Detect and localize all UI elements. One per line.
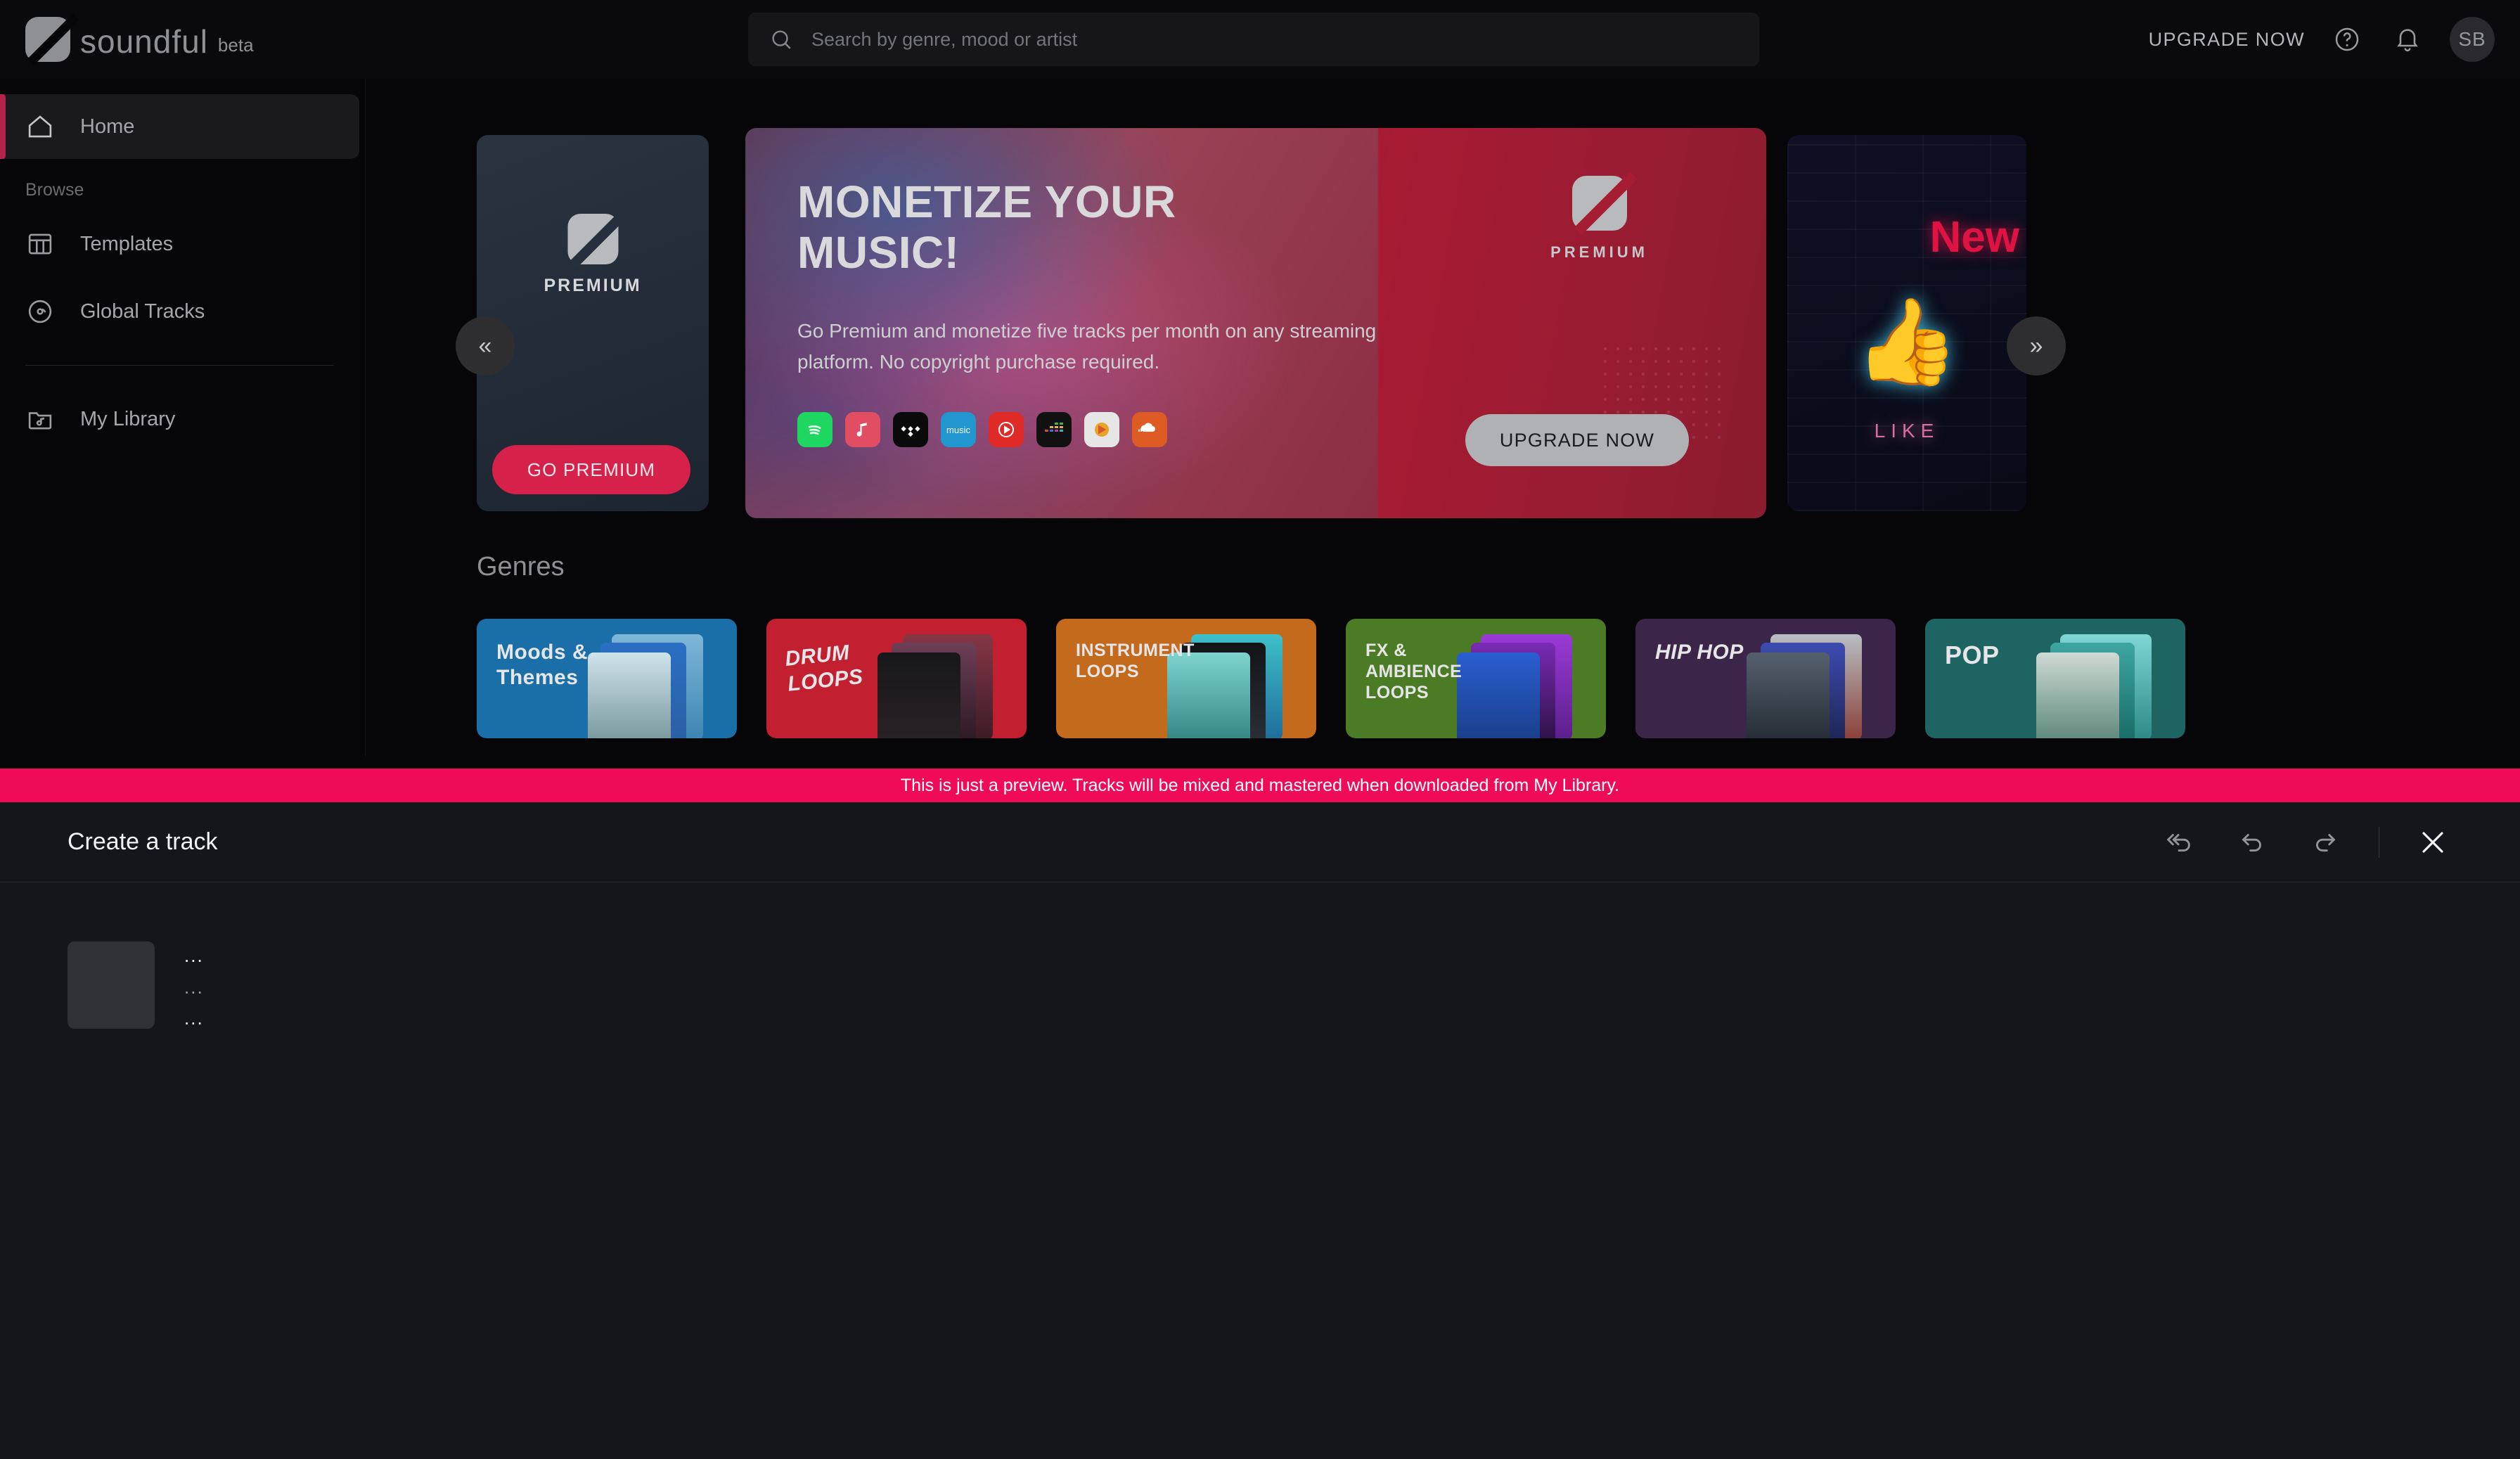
hero-upgrade-now-button[interactable]: UPGRADE NOW: [1465, 414, 1689, 466]
neon-new-text: New: [1929, 213, 2019, 262]
premium-label: PREMIUM: [544, 276, 642, 295]
sidebar-item-label: Home: [80, 115, 135, 138]
track-title: ...: [184, 945, 204, 966]
sidebar-item-home[interactable]: Home: [0, 94, 359, 159]
sidebar-item-templates[interactable]: Templates: [0, 212, 359, 276]
sidebar-item-label: My Library: [80, 407, 176, 430]
sidebar-item-my-library[interactable]: My Library: [0, 387, 359, 451]
genre-card-label: INSTRUMENT LOOPS: [1076, 641, 1195, 681]
amazon-music-icon: music: [941, 412, 976, 448]
close-panel-button[interactable]: [2413, 823, 2452, 862]
redo-icon: [2316, 833, 2336, 851]
genres-strip: Moods & Themes DRUM LOOPS INSTRUMENT LOO…: [477, 619, 2520, 738]
folder-music-icon: [28, 412, 52, 430]
carousel-prev-button[interactable]: «: [456, 316, 515, 375]
main-content: PREMIUM GO PREMIUM MONETIZE YOUR MUSIC! …: [366, 79, 2520, 756]
genre-art-stack: [2036, 634, 2177, 738]
avatar[interactable]: SB: [2450, 17, 2495, 62]
genre-art-stack: [1747, 634, 1887, 738]
home-icon: [28, 115, 52, 138]
carousel-card-premium[interactable]: PREMIUM GO PREMIUM: [477, 135, 709, 511]
genre-card-label: POP: [1945, 641, 2000, 669]
create-track-panel: Create a track ... ... ...: [0, 802, 2520, 1459]
preview-notice-text: This is just a preview. Tracks will be m…: [900, 775, 1620, 795]
genre-card-hip-hop[interactable]: HIP HOP: [1635, 619, 1896, 738]
undo-button[interactable]: [2232, 823, 2272, 862]
premium-badge: PREMIUM: [544, 210, 642, 296]
notifications-button[interactable]: [2389, 21, 2426, 58]
track-player: ... ... ...: [0, 882, 2520, 1044]
genre-card-pop[interactable]: POP: [1925, 619, 2185, 738]
track-artwork-placeholder: [68, 941, 155, 1029]
global-search[interactable]: [748, 13, 1759, 66]
soundcloud-icon: [1132, 412, 1167, 448]
disc-icon: [28, 300, 52, 323]
search-input[interactable]: [811, 28, 1738, 51]
sidebar-section-browse: Browse: [25, 180, 84, 200]
close-icon: [2422, 831, 2443, 853]
track-details: ...: [184, 1008, 204, 1029]
undo-icon: [2242, 833, 2261, 851]
soundful-logo-icon: [1571, 172, 1638, 235]
soundful-app: soundful beta UPGRADE NOW: [0, 0, 2520, 1459]
carousel-card-monetize[interactable]: MONETIZE YOUR MUSIC! Go Premium and mone…: [745, 128, 1766, 518]
soundful-logo-icon: [567, 210, 628, 269]
templates-icon: [28, 233, 52, 255]
carousel-next-button[interactable]: »: [2007, 316, 2066, 375]
brand-name: soundful: [80, 23, 208, 60]
premium-label: PREMIUM: [1550, 243, 1648, 261]
bell-icon: [2397, 29, 2418, 51]
genre-card-label: Moods & Themes: [496, 641, 589, 689]
top-bar: soundful beta UPGRADE NOW: [0, 0, 2520, 79]
tidal-icon: [893, 412, 928, 448]
preview-notice-banner: This is just a preview. Tracks will be m…: [0, 769, 2520, 802]
carousel-card-new[interactable]: New 👍 LIKE: [1787, 135, 2026, 511]
sidebar-divider: [25, 365, 334, 366]
hero-subtitle: Go Premium and monetize five tracks per …: [797, 320, 1377, 373]
genres-section-title: Genres: [477, 552, 565, 581]
genre-card-drum-loops[interactable]: DRUM LOOPS: [766, 619, 1027, 738]
hero-title: MONETIZE YOUR MUSIC!: [797, 176, 1176, 278]
undo-all-button[interactable]: [2159, 823, 2199, 862]
thumbs-up-icon: 👍: [1854, 295, 1960, 389]
brand-logo[interactable]: soundful beta: [25, 13, 363, 66]
redo-button[interactable]: [2306, 823, 2345, 862]
apple-music-icon: [845, 412, 880, 448]
premium-badge: PREMIUM: [1550, 172, 1648, 262]
create-track-header: Create a track: [0, 802, 2520, 882]
soundful-logo-icon: [25, 13, 80, 66]
go-premium-button[interactable]: GO PREMIUM: [492, 445, 690, 494]
sidebar-item-label: Templates: [80, 232, 174, 255]
promo-carousel: PREMIUM GO PREMIUM MONETIZE YOUR MUSIC! …: [366, 128, 2520, 518]
brand-beta-tag: beta: [217, 34, 254, 56]
neon-like-text: LIKE: [1874, 420, 1940, 442]
genre-card-moods-themes[interactable]: Moods & Themes: [477, 619, 737, 738]
google-play-music-icon: [1084, 412, 1119, 448]
search-icon: [772, 30, 791, 49]
youtube-music-icon: [989, 412, 1024, 448]
genre-card-instrument-loops[interactable]: INSTRUMENT LOOPS: [1056, 619, 1316, 738]
track-metadata: ... ... ...: [184, 940, 204, 1034]
help-circle-icon: [2335, 27, 2359, 51]
track-subtitle: ...: [184, 976, 204, 998]
deezer-icon: [1036, 412, 1072, 448]
genre-card-label: FX & AMBIENCE LOOPS: [1365, 641, 1462, 702]
help-button[interactable]: [2329, 21, 2365, 58]
spotify-icon: [797, 412, 832, 448]
sidebar: Home Browse Templates Global Tracks My L…: [0, 79, 366, 756]
genre-card-fx-ambience-loops[interactable]: FX & AMBIENCE LOOPS: [1346, 619, 1606, 738]
top-bar-actions: UPGRADE NOW SB: [2149, 0, 2495, 79]
panel-tools: [2159, 823, 2452, 862]
sidebar-item-label: Global Tracks: [80, 300, 205, 323]
genre-card-label: HIP HOP: [1655, 641, 1744, 664]
undo-all-icon: [2166, 833, 2190, 851]
upgrade-now-link[interactable]: UPGRADE NOW: [2149, 29, 2305, 51]
sidebar-item-global-tracks[interactable]: Global Tracks: [0, 279, 359, 344]
panel-title: Create a track: [68, 828, 218, 855]
